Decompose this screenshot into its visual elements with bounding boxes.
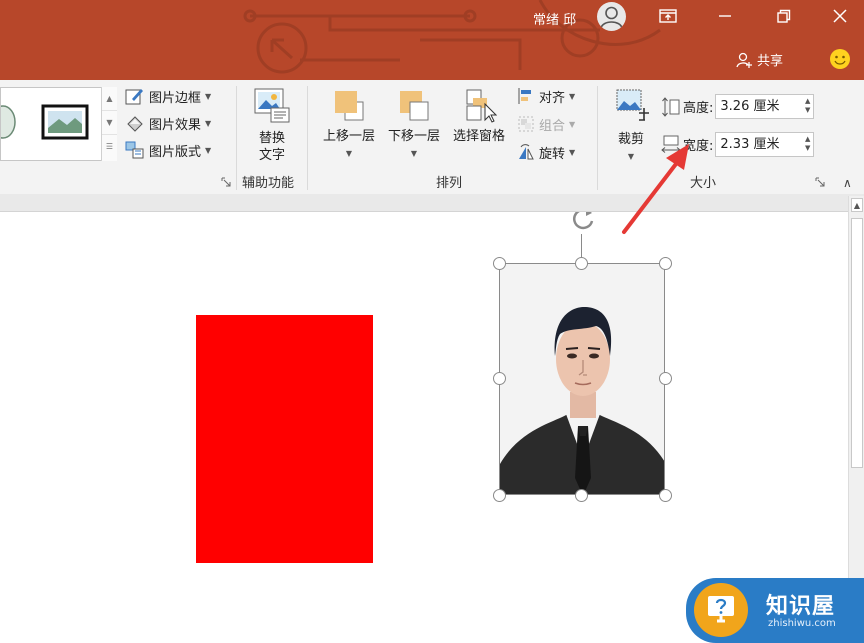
vertical-scrollbar[interactable]: ▲ [848, 196, 864, 643]
align-icon [518, 88, 531, 104]
id-photo[interactable] [499, 263, 665, 495]
rotate-handle-icon[interactable] [568, 212, 598, 234]
crop-button[interactable]: 裁剪 ▼ [608, 87, 654, 165]
ribbon: ▲ ▼ ☰ 图片边框 ▼ 图片效果 ▼ 图片版式 ▼ 替换 文字 辅助功能 上移… [0, 80, 864, 194]
width-value[interactable]: 2.33 厘米 [720, 137, 779, 152]
align-button[interactable]: 对齐 ▼ [517, 85, 575, 107]
group-separator [307, 86, 308, 190]
picture-layout-button[interactable]: 图片版式 ▼ [125, 139, 211, 161]
rotate-icon [519, 144, 534, 160]
pencil-border-icon [125, 89, 143, 105]
red-rectangle[interactable] [196, 315, 373, 563]
styles-dialog-launcher-icon[interactable] [221, 177, 231, 187]
picture-effects-icon [127, 116, 143, 132]
powerpoint-window: 常绪 邱 共享 ▲ ▼ ☰ 图片边框 ▼ 图片效果 ▼ 图片版式 ▼ 替换 文字… [0, 0, 864, 643]
watermark-subtitle: zhishiwu.com [768, 618, 836, 629]
picture-effects-button[interactable]: 图片效果 ▼ [125, 112, 211, 134]
resize-handle-bottom-right[interactable] [659, 489, 672, 502]
crop-icon [616, 89, 649, 121]
group-objects-button[interactable]: 组合 ▼ [517, 113, 575, 135]
size-group-label: 大小 [690, 176, 717, 191]
resize-handle-top-left[interactable] [493, 257, 506, 270]
gallery-down-icon[interactable]: ▼ [102, 111, 117, 135]
height-row: 高度: 3.26 厘米 ▲ ▼ [661, 94, 815, 119]
resize-handle-left[interactable] [493, 372, 506, 385]
width-label: 宽度: [683, 139, 714, 154]
gallery-scroll[interactable]: ▲ ▼ ☰ [101, 87, 117, 161]
user-name[interactable]: 常绪 邱 [533, 9, 576, 28]
spin-arrows-icon[interactable]: ▲ ▼ [805, 135, 810, 153]
selection-pane-button[interactable]: 选择窗格 [448, 88, 510, 145]
collapse-ribbon-icon[interactable]: ∧ [843, 176, 859, 190]
smiley-icon[interactable] [829, 48, 851, 70]
height-label: 高度: [683, 101, 714, 116]
bring-forward-icon [335, 91, 364, 121]
rotate-button[interactable]: 旋转 ▼ [517, 141, 575, 163]
alt-text-button[interactable]: 替换 文字 [250, 86, 294, 164]
watermark-title: 知识屋 [766, 594, 836, 619]
send-backward-icon [400, 91, 429, 121]
minimize-icon[interactable] [713, 4, 737, 28]
close-icon[interactable] [828, 4, 852, 28]
selection-pane-icon [466, 89, 498, 123]
shape-width-icon [661, 135, 681, 153]
gallery-more-icon[interactable]: ☰ [102, 135, 117, 159]
title-bar: 常绪 邱 共享 [0, 0, 864, 80]
group-separator [597, 86, 598, 190]
size-dialog-launcher-icon[interactable] [815, 177, 825, 187]
accessibility-group-label: 辅助功能 [242, 176, 295, 191]
scroll-up-icon[interactable]: ▲ [851, 198, 863, 212]
send-backward-button[interactable]: 下移一层 ▼ [383, 88, 445, 162]
bring-forward-button[interactable]: 上移一层 ▼ [318, 88, 380, 162]
question-monitor-icon [694, 583, 748, 637]
restore-icon[interactable] [771, 4, 795, 28]
picture-layout-icon [125, 141, 144, 159]
width-spinbox[interactable]: 2.33 厘米 ▲ ▼ [715, 132, 815, 157]
watermark-logo: 知识屋 zhishiwu.com [686, 578, 864, 643]
group-separator [236, 86, 237, 190]
arrange-group-label: 排列 [436, 176, 463, 191]
ribbon-bottom-border [0, 194, 864, 212]
ribbon-display-icon[interactable] [656, 4, 680, 28]
picture-style-gallery[interactable] [0, 87, 117, 161]
picture-border-button[interactable]: 图片边框 ▼ [125, 85, 211, 107]
height-value[interactable]: 3.26 厘米 [720, 99, 779, 114]
alt-text-icon [254, 88, 290, 123]
share-button[interactable]: 共享 [735, 50, 783, 69]
scroll-thumb[interactable] [851, 218, 863, 468]
group-objects-icon [518, 116, 534, 132]
user-avatar-icon[interactable] [597, 2, 626, 31]
spin-arrows-icon[interactable]: ▲ ▼ [805, 97, 810, 115]
resize-handle-right[interactable] [659, 372, 672, 385]
share-person-icon [736, 52, 752, 68]
share-label: 共享 [757, 54, 784, 69]
shape-height-icon [662, 96, 680, 117]
height-spinbox[interactable]: 3.26 厘米 ▲ ▼ [715, 94, 815, 119]
width-row: 宽度: 2.33 厘米 ▲ ▼ [661, 132, 815, 157]
resize-handle-bottom-left[interactable] [493, 489, 506, 502]
resize-handle-top-right[interactable] [659, 257, 672, 270]
resize-handle-top[interactable] [575, 257, 588, 270]
gallery-up-icon[interactable]: ▲ [102, 87, 117, 111]
resize-handle-bottom[interactable] [575, 489, 588, 502]
